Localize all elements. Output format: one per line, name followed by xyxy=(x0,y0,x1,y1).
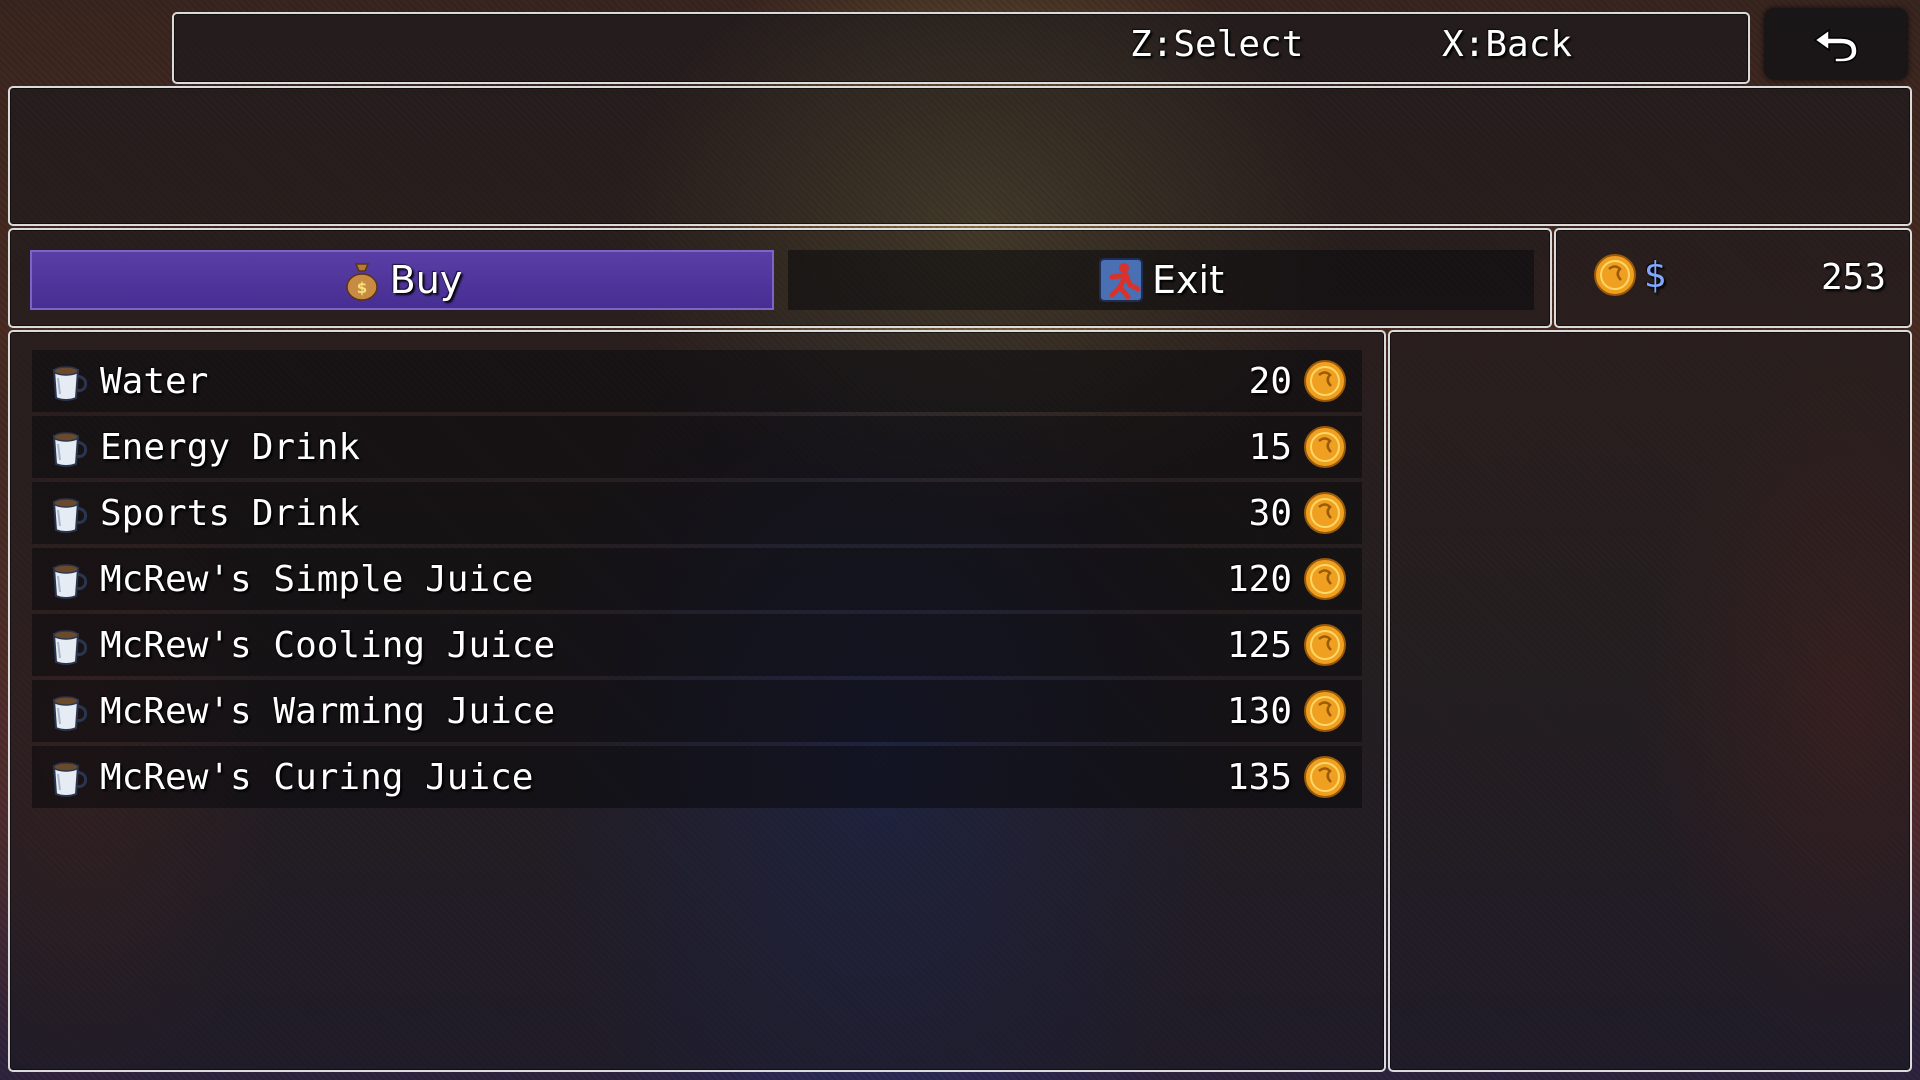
item-price: 120 xyxy=(1226,558,1292,600)
running-exit-icon xyxy=(1099,258,1144,302)
cup-icon xyxy=(46,688,92,734)
item-name: Water xyxy=(100,360,209,402)
buy-command[interactable]: $ Buy xyxy=(30,250,774,310)
gold-currency: $ xyxy=(1592,252,1667,298)
list-item[interactable]: McRew's Curing Juice 135 xyxy=(32,746,1362,808)
item-price: 125 xyxy=(1226,624,1292,666)
item-name: Sports Drink xyxy=(100,492,361,534)
item-name: McRew's Cooling Juice xyxy=(100,624,556,666)
command-window: $ Buy Exit xyxy=(8,228,1552,328)
cup-icon xyxy=(46,358,92,404)
item-name: McRew's Curing Juice xyxy=(100,756,534,798)
currency-symbol: $ xyxy=(1644,254,1667,296)
coin-icon xyxy=(1302,424,1348,470)
coin-icon xyxy=(1594,254,1636,296)
item-price: 130 xyxy=(1226,690,1292,732)
item-name: McRew's Simple Juice xyxy=(100,558,534,600)
message-window xyxy=(8,86,1912,226)
help-bar: Z:Select X:Back xyxy=(172,12,1750,84)
list-item[interactable]: Sports Drink 30 xyxy=(32,482,1362,544)
item-price: 15 xyxy=(1248,426,1292,468)
item-price: 135 xyxy=(1226,756,1292,798)
item-detail-window xyxy=(1388,330,1912,1072)
exit-command[interactable]: Exit xyxy=(788,250,1534,310)
cup-icon xyxy=(46,490,92,536)
coin-icon xyxy=(1302,556,1348,602)
item-name: McRew's Warming Juice xyxy=(100,690,556,732)
money-bag-icon: $ xyxy=(345,263,378,301)
list-item[interactable]: McRew's Simple Juice 120 xyxy=(32,548,1362,610)
list-item[interactable]: McRew's Cooling Juice 125 xyxy=(32,614,1362,676)
cup-icon xyxy=(46,424,92,470)
list-item[interactable]: Water 20 xyxy=(32,350,1362,412)
return-arrow-icon xyxy=(1813,28,1858,63)
list-item[interactable]: McRew's Warming Juice 130 xyxy=(32,680,1362,742)
coin-icon xyxy=(1302,754,1348,800)
svg-text:$: $ xyxy=(356,279,366,297)
item-name: Energy Drink xyxy=(100,426,361,468)
back-hint: X:Back xyxy=(1442,24,1573,65)
item-price: 20 xyxy=(1248,360,1292,402)
cup-icon xyxy=(46,556,92,602)
back-button[interactable] xyxy=(1764,8,1908,80)
cup-icon xyxy=(46,622,92,668)
coin-icon xyxy=(1302,490,1348,536)
gold-amount: 253 xyxy=(1820,257,1886,298)
select-hint: Z:Select xyxy=(1130,24,1304,65)
coin-icon xyxy=(1302,622,1348,668)
item-list-window: Water 20 Energy Drink 15 Sports Drink 30 McRew… xyxy=(8,330,1386,1072)
list-item[interactable]: Energy Drink 15 xyxy=(32,416,1362,478)
buy-label: Buy xyxy=(389,258,463,302)
cup-icon xyxy=(46,754,92,800)
gold-window: $ 253 xyxy=(1554,228,1912,328)
item-price: 30 xyxy=(1248,492,1292,534)
exit-label: Exit xyxy=(1152,258,1224,302)
coin-icon xyxy=(1302,688,1348,734)
coin-icon xyxy=(1302,358,1348,404)
